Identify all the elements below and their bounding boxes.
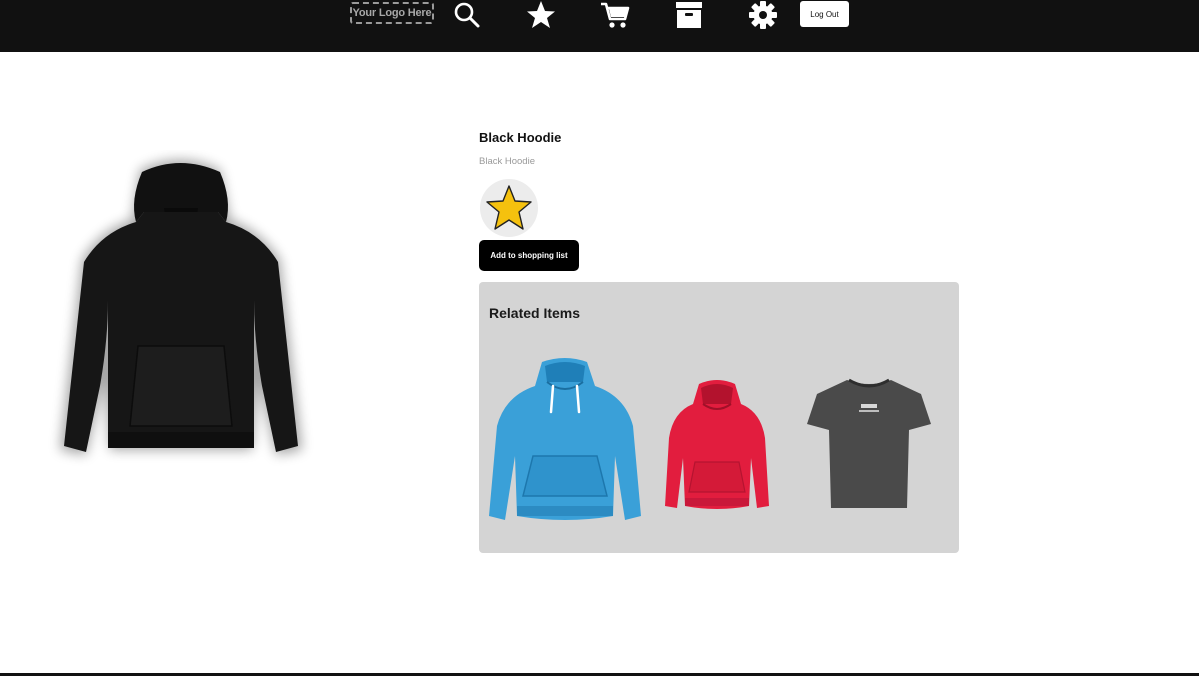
gear-icon[interactable] xyxy=(746,0,780,30)
add-to-shopping-list-button[interactable]: Add to shopping list xyxy=(479,240,579,271)
logout-button[interactable]: Log Out xyxy=(800,1,849,27)
related-item-blue-hoodie[interactable] xyxy=(487,356,643,524)
related-items-panel: Related Items xyxy=(479,282,959,553)
related-item-red-hoodie[interactable] xyxy=(663,378,771,514)
archive-icon[interactable] xyxy=(672,0,706,30)
star-icon[interactable] xyxy=(524,0,558,30)
product-subtitle: Black Hoodie xyxy=(479,156,535,167)
favorite-star-icon xyxy=(486,185,532,230)
top-nav-bar: Your Logo Here Log Out xyxy=(0,0,1199,52)
related-items-title: Related Items xyxy=(489,305,581,321)
cart-icon[interactable] xyxy=(598,0,632,30)
logo[interactable]: Your Logo Here xyxy=(350,2,434,24)
product-title: Black Hoodie xyxy=(479,130,562,145)
favorite-button[interactable] xyxy=(480,179,538,237)
product-image xyxy=(40,150,320,490)
related-item-grey-tshirt[interactable] xyxy=(807,376,931,510)
search-icon[interactable] xyxy=(450,0,484,30)
